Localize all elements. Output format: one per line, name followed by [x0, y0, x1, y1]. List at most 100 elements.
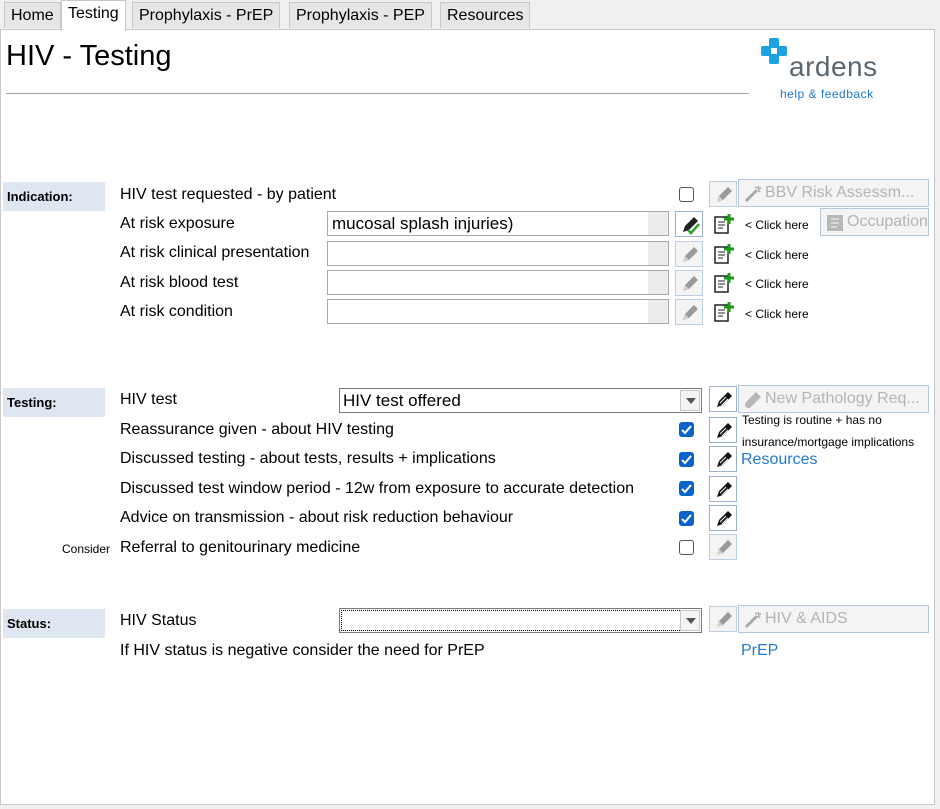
at-risk-blood-test-add-button[interactable] — [711, 270, 737, 296]
tab-prophylaxis-prep[interactable]: Prophylaxis - PrEP — [132, 2, 281, 28]
hiv-test-label: HIV test — [120, 391, 177, 408]
indication-section-label: Indication: — [3, 182, 105, 211]
chevron-down-icon — [686, 618, 696, 624]
window-period-checkbox[interactable] — [679, 481, 694, 496]
hiv-test-edit-button[interactable] — [709, 386, 737, 412]
transmission-advice-edit-button[interactable] — [709, 505, 737, 531]
discussed-testing-label: Discussed testing - about tests, results… — [120, 450, 496, 467]
logo-text: ardens — [789, 51, 878, 82]
tab-bar: Home Testing Prophylaxis - PrEP Prophyla… — [0, 0, 940, 31]
resources-link[interactable]: Resources — [741, 451, 817, 469]
add-document-icon — [714, 244, 734, 264]
at-risk-condition-click-here[interactable]: < Click here — [745, 307, 809, 321]
prep-consider-note: If HIV status is negative consider the n… — [120, 642, 485, 659]
at-risk-clinical-presentation-edit-button[interactable] — [675, 241, 703, 267]
hiv-test-requested-label: HIV test requested - by patient — [120, 186, 337, 203]
pencil-icon — [717, 540, 732, 555]
at-risk-blood-test-edit-button[interactable] — [675, 270, 703, 296]
transmission-advice-checkbox[interactable] — [679, 511, 694, 526]
bbv-risk-assessment-label: BBV Risk Assessm... — [765, 184, 915, 201]
tab-resources[interactable]: Resources — [440, 2, 531, 28]
pencil-icon — [683, 247, 698, 262]
at-risk-clinical-presentation-add-button[interactable] — [711, 241, 737, 267]
at-risk-exposure-edit-button[interactable] — [675, 211, 703, 237]
gum-referral-label: Referral to genitourinary medicine — [120, 539, 361, 556]
hiv-status-dropdown-button[interactable] — [680, 610, 700, 631]
hiv-test-requested-checkbox[interactable] — [679, 187, 694, 202]
checkmark-icon — [681, 425, 692, 435]
gum-referral-checkbox[interactable] — [679, 540, 694, 555]
bbv-risk-assessment-button[interactable]: BBV Risk Assessm... — [738, 179, 929, 207]
hiv-test-requested-edit-button[interactable] — [709, 181, 737, 207]
occupation-icon — [827, 215, 843, 231]
at-risk-clinical-presentation-click-here[interactable]: < Click here — [745, 248, 809, 262]
window-period-label: Discussed test window period - 12w from … — [120, 480, 635, 497]
checkmark-icon — [681, 514, 692, 524]
window-period-edit-button[interactable] — [709, 476, 737, 502]
chevron-down-icon — [686, 398, 696, 404]
pencil-icon — [717, 511, 732, 526]
add-document-icon — [714, 273, 734, 293]
pencil-icon — [717, 392, 732, 407]
hiv-test-dropdown-button[interactable] — [680, 390, 700, 411]
reassurance-label: Reassurance given - about HIV testing — [120, 421, 394, 438]
hiv-test-dropdown[interactable]: HIV test offered — [339, 388, 702, 413]
tab-prophylaxis-pep[interactable]: Prophylaxis - PEP — [289, 2, 432, 28]
prep-link[interactable]: PrEP — [741, 642, 778, 660]
hiv-aids-label: HIV & AIDS — [765, 610, 848, 627]
new-pathology-request-label: New Pathology Req... — [765, 390, 920, 407]
at-risk-exposure-click-here[interactable]: < Click here — [745, 218, 809, 232]
pencil-icon — [717, 187, 732, 202]
at-risk-exposure-label: At risk exposure — [120, 215, 235, 232]
transmission-advice-label: Advice on transmission - about risk redu… — [120, 509, 514, 526]
checkmark-icon — [681, 484, 692, 494]
pencil-icon — [683, 276, 698, 291]
at-risk-clinical-presentation-label: At risk clinical presentation — [120, 244, 310, 261]
hiv-status-label: HIV Status — [120, 612, 197, 629]
tab-home[interactable]: Home — [4, 2, 61, 28]
at-risk-blood-test-label: At risk blood test — [120, 274, 239, 291]
pencil-icon — [717, 612, 732, 627]
reassurance-checkbox[interactable] — [679, 422, 694, 437]
at-risk-clinical-presentation-field[interactable] — [327, 241, 669, 266]
help-feedback-link[interactable]: help & feedback — [780, 87, 874, 101]
hiv-aids-button[interactable]: HIV & AIDS — [738, 605, 929, 633]
at-risk-exposure-add-button[interactable] — [711, 211, 737, 237]
consider-label: Consider — [62, 542, 111, 556]
at-risk-exposure-value: mucosal splash injuries) — [332, 214, 514, 233]
reassurance-edit-button[interactable] — [709, 417, 737, 443]
at-risk-blood-test-field[interactable] — [327, 270, 669, 295]
at-risk-condition-add-button[interactable] — [711, 299, 737, 325]
magic-wand-icon — [744, 611, 762, 629]
hiv-test-dropdown-value: HIV test offered — [343, 391, 461, 410]
magic-wand-icon — [744, 185, 762, 203]
occupation-button[interactable]: Occupation — [820, 208, 929, 236]
title-divider — [6, 93, 749, 94]
occupation-label: Occupation — [847, 213, 928, 230]
tab-testing[interactable]: Testing — [61, 0, 126, 31]
status-section-label: Status: — [3, 609, 105, 638]
testing-note-line2: insurance/mortgage implications — [742, 435, 915, 449]
discussed-testing-edit-button[interactable] — [709, 446, 737, 472]
pencil-icon — [683, 305, 698, 320]
at-risk-condition-label: At risk condition — [120, 303, 233, 320]
add-document-icon — [714, 214, 734, 234]
at-risk-exposure-field[interactable]: mucosal splash injuries) — [327, 211, 669, 236]
add-document-icon — [714, 302, 734, 322]
pencil-icon — [717, 452, 732, 467]
gum-referral-edit-button[interactable] — [709, 534, 737, 560]
pencil-icon — [717, 423, 732, 438]
at-risk-condition-edit-button[interactable] — [675, 299, 703, 325]
pencil-check-icon — [683, 217, 700, 235]
at-risk-condition-field[interactable] — [327, 299, 669, 324]
hiv-status-edit-button[interactable] — [709, 606, 737, 632]
test-tube-icon — [744, 392, 761, 409]
discussed-testing-checkbox[interactable] — [679, 452, 694, 467]
pencil-icon — [717, 482, 732, 497]
new-pathology-request-button[interactable]: New Pathology Req... — [738, 385, 929, 413]
checkmark-icon — [681, 455, 692, 465]
hiv-status-dropdown[interactable] — [339, 608, 702, 633]
testing-note-line1: Testing is routine + has no — [742, 413, 882, 427]
page-title: HIV - Testing — [6, 40, 172, 72]
at-risk-blood-test-click-here[interactable]: < Click here — [745, 277, 809, 291]
